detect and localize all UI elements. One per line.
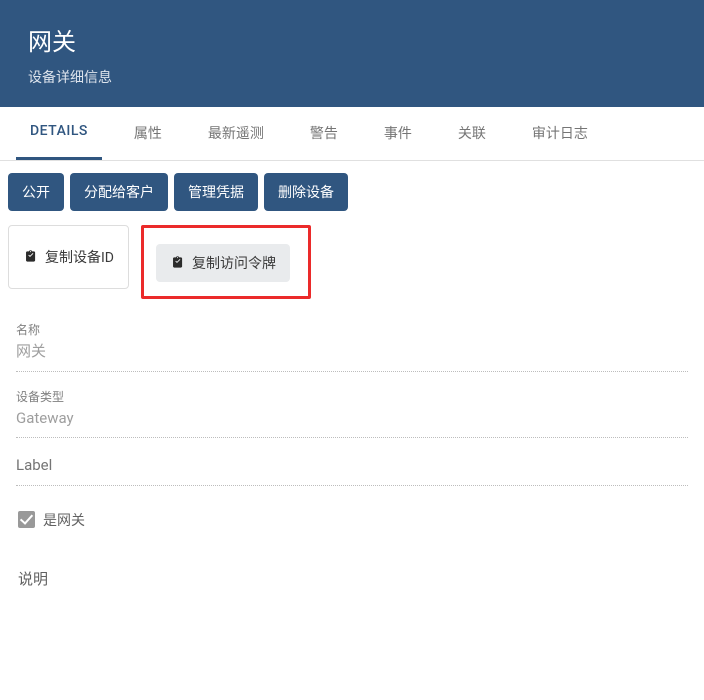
type-label: 设备类型 xyxy=(16,388,688,405)
copy-device-id-button[interactable]: 复制设备ID xyxy=(8,225,129,289)
tabs-bar: DETAILS 属性 最新遥测 警告 事件 关联 审计日志 xyxy=(0,107,704,161)
fields-section: 名称 网关 设备类型 Gateway Label 是网关 说明 xyxy=(8,303,696,607)
public-button[interactable]: 公开 xyxy=(8,173,64,211)
tab-attributes[interactable]: 属性 xyxy=(120,107,176,160)
action-row-1: 公开 分配给客户 管理凭据 删除设备 xyxy=(8,173,696,225)
tab-audit[interactable]: 审计日志 xyxy=(518,107,602,160)
is-gateway-row[interactable]: 是网关 xyxy=(18,510,688,530)
highlight-box: 复制访问令牌 xyxy=(141,225,311,299)
copy-access-token-button[interactable]: 复制访问令牌 xyxy=(156,244,290,282)
assign-customer-button[interactable]: 分配给客户 xyxy=(70,173,168,211)
description-label[interactable]: 说明 xyxy=(16,568,688,599)
page-title: 网关 xyxy=(28,22,676,57)
action-row-2: 复制设备ID 复制访问令牌 xyxy=(8,225,696,303)
manage-credentials-button[interactable]: 管理凭据 xyxy=(174,173,258,211)
tab-events[interactable]: 事件 xyxy=(370,107,426,160)
delete-device-button[interactable]: 删除设备 xyxy=(264,173,348,211)
type-field: 设备类型 Gateway xyxy=(16,378,688,439)
description-field: 说明 xyxy=(16,558,688,607)
name-label: 名称 xyxy=(16,321,688,338)
panel-header: 网关 设备详细信息 xyxy=(0,0,704,107)
tab-alarms[interactable]: 警告 xyxy=(296,107,352,160)
type-value[interactable]: Gateway xyxy=(16,407,688,430)
name-field: 名称 网关 xyxy=(16,311,688,372)
clipboard-icon xyxy=(170,255,186,271)
page-subtitle: 设备详细信息 xyxy=(28,67,676,87)
is-gateway-label: 是网关 xyxy=(43,510,85,530)
name-value[interactable]: 网关 xyxy=(16,340,688,363)
copy-access-token-label: 复制访问令牌 xyxy=(192,253,276,273)
tab-relations[interactable]: 关联 xyxy=(444,107,500,160)
tab-details[interactable]: DETAILS xyxy=(16,107,102,160)
label-field: Label xyxy=(16,444,688,486)
checkbox-checked-icon[interactable] xyxy=(18,511,35,528)
clipboard-icon xyxy=(23,249,39,265)
content-area: 公开 分配给客户 管理凭据 删除设备 复制设备ID 复制访问令牌 名称 网关 xyxy=(0,161,704,629)
label-label[interactable]: Label xyxy=(16,454,688,477)
copy-device-id-label: 复制设备ID xyxy=(45,247,114,267)
tab-telemetry[interactable]: 最新遥测 xyxy=(194,107,278,160)
